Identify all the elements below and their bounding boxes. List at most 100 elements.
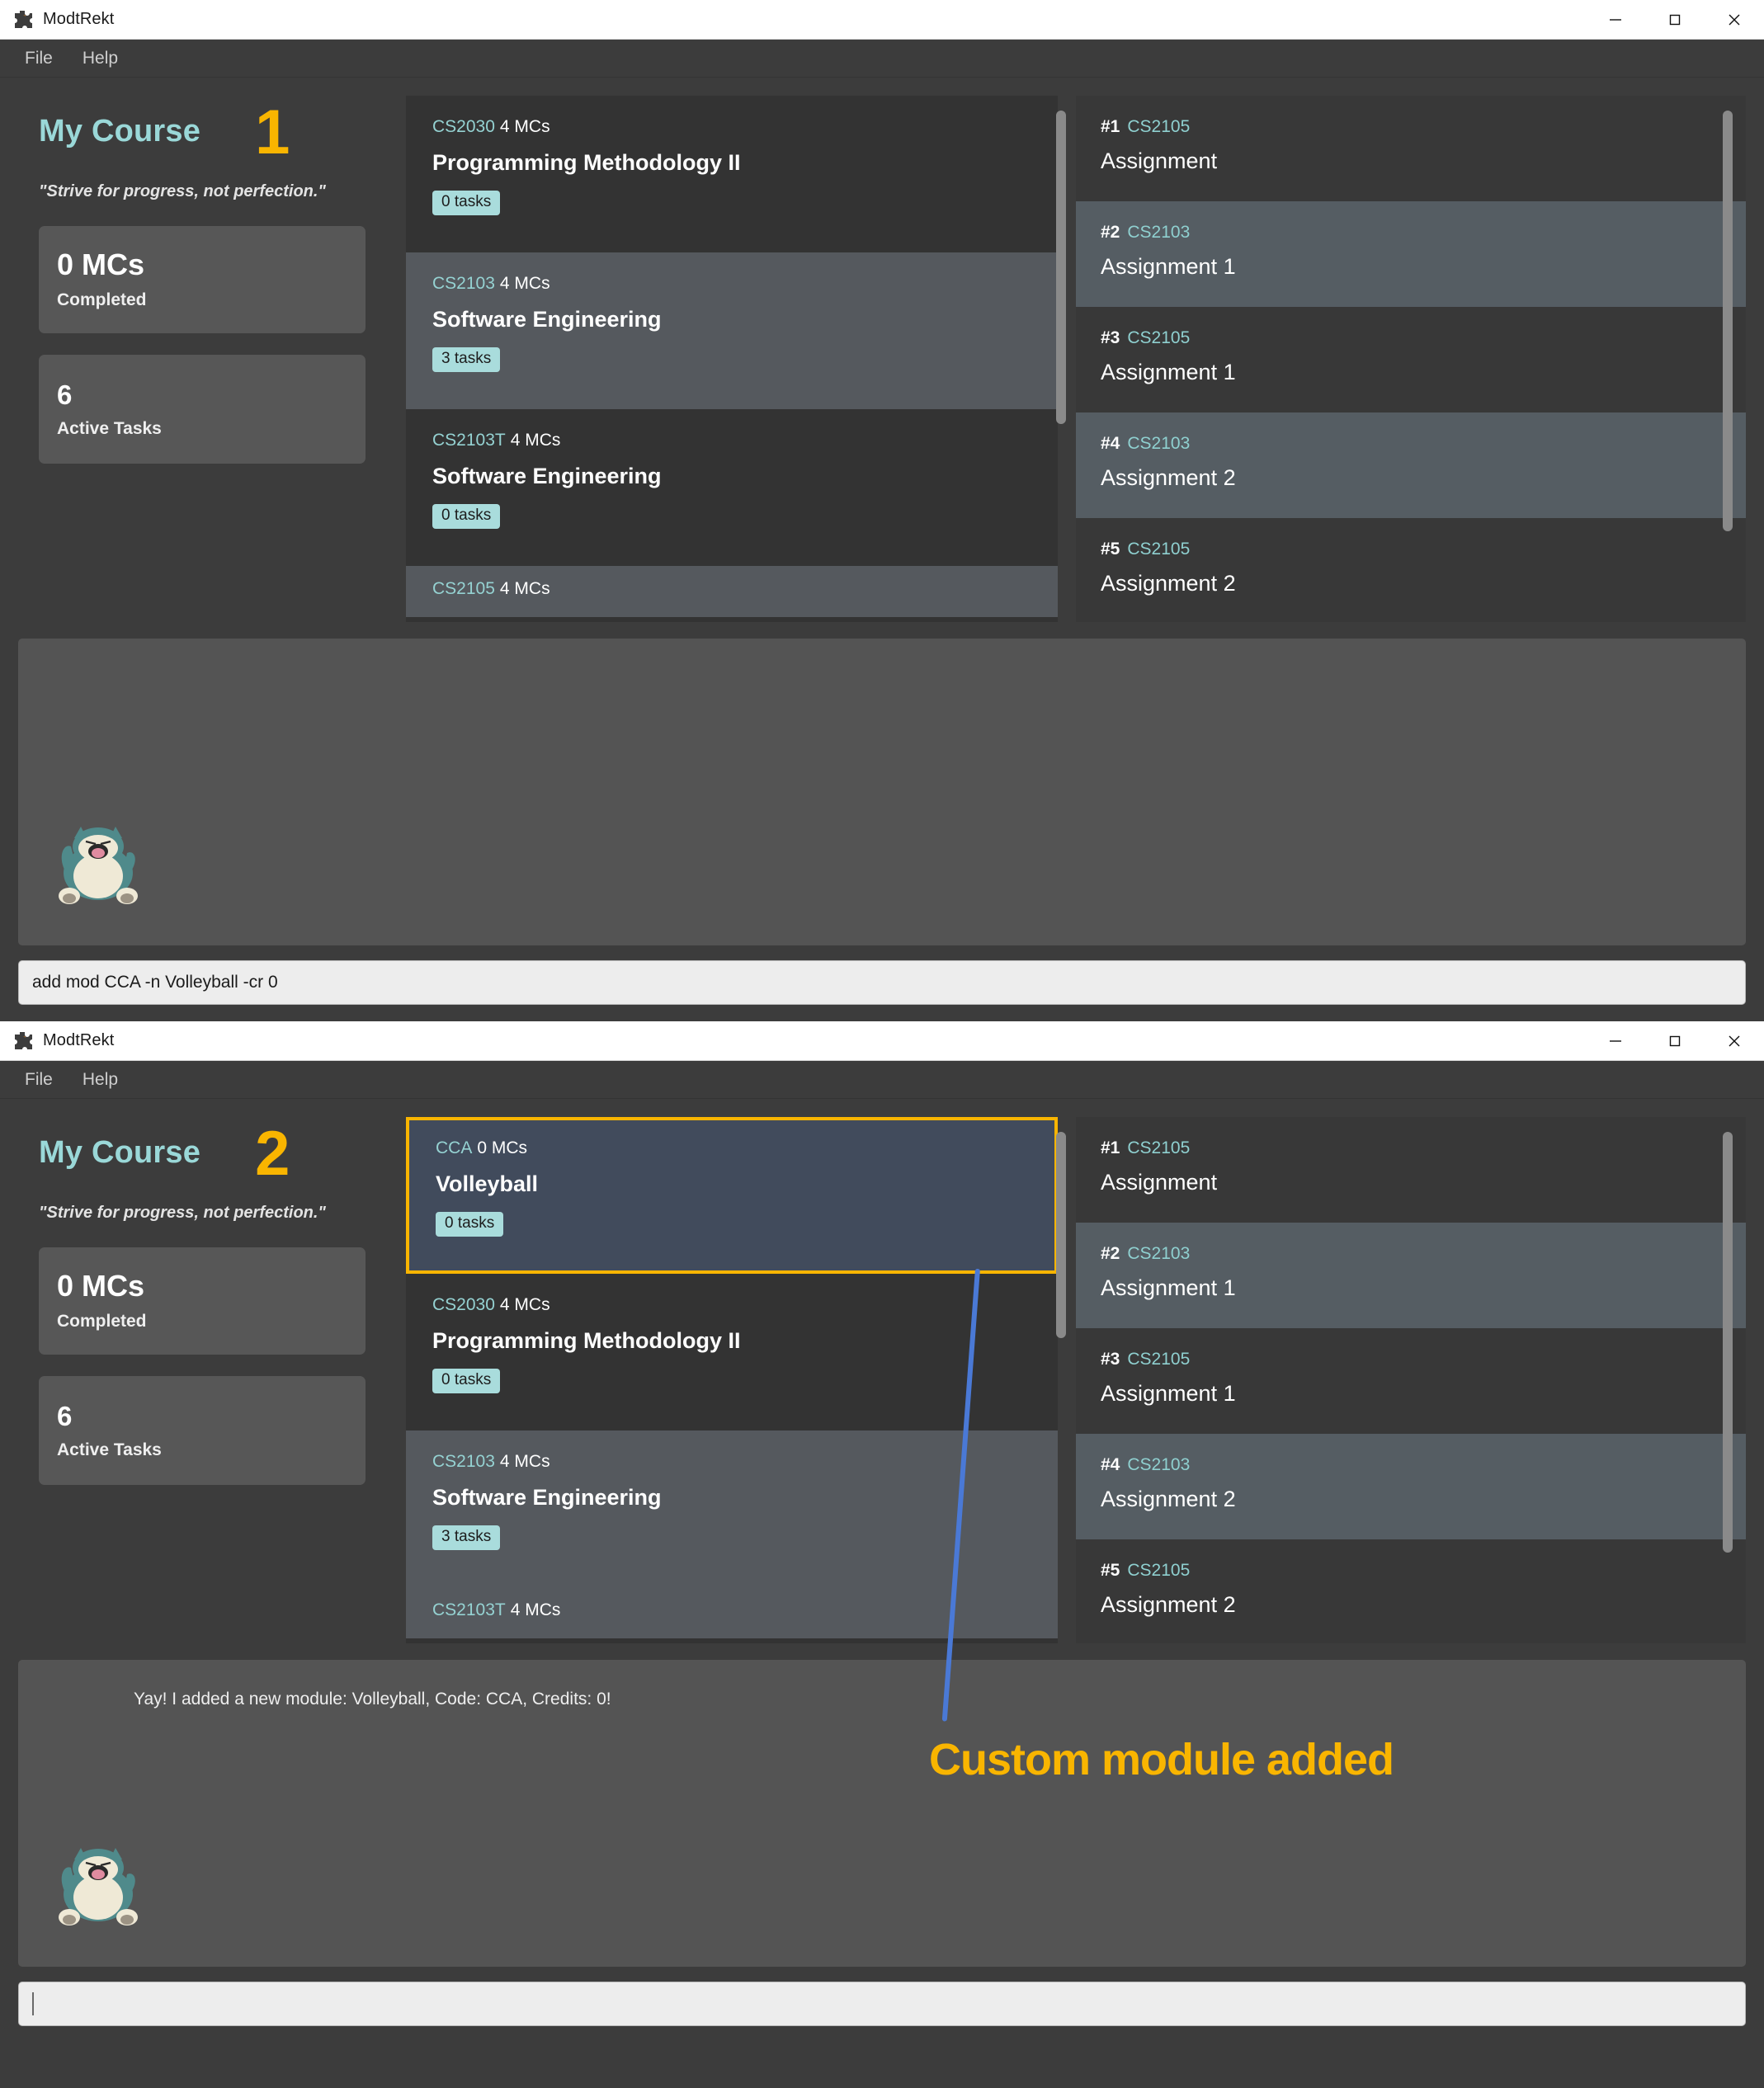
- app-window-1: ModtRekt File Help My Course 1 "Strive f…: [0, 0, 1764, 1021]
- stat-value-active-tasks-1: 6: [57, 379, 73, 410]
- module-code: CS2030: [432, 117, 495, 136]
- task-number: #5: [1101, 1561, 1120, 1580]
- module-card[interactable]: CS2103 4 MCs Software Engineering 3 tasks: [406, 252, 1058, 409]
- module-head: CS2030 4 MCs: [432, 1295, 1031, 1315]
- task-list-1[interactable]: #1 CS2105 Assignment #2 CS2103 Assignment …: [1076, 96, 1746, 622]
- app-window-2: ModtRekt File Help My Course 2 "Strive f…: [0, 1021, 1764, 2043]
- module-card[interactable]: CS2103T 4 MCs Software Engineering 0 task…: [406, 409, 1058, 566]
- body-area-2: My Course 2 "Strive for progress, not pe…: [0, 1099, 1764, 1643]
- module-mcs: 4 MCs: [499, 274, 550, 293]
- module-name: Software Engineering: [432, 307, 662, 332]
- task-module-code: CS2105: [1127, 117, 1191, 136]
- window-title-2: ModtRekt: [43, 1031, 115, 1049]
- sidebar-head-2: My Course 2: [39, 1123, 388, 1185]
- menu-help-2[interactable]: Help: [71, 1065, 130, 1095]
- task-module-code: CS2103: [1127, 434, 1191, 453]
- step-number-1: 1: [255, 97, 290, 167]
- motivational-quote-2: "Strive for progress, not perfection.": [39, 1204, 326, 1222]
- module-head: CS2103 4 MCs: [432, 274, 1031, 294]
- module-card[interactable]: CS2105 4 MCs: [406, 566, 1058, 617]
- sidebar-1: My Course 1 "Strive for progress, not pe…: [18, 96, 388, 622]
- task-row[interactable]: #5 CS2105 Assignment 2: [1076, 1539, 1746, 1643]
- text-caret: [32, 1992, 34, 2015]
- module-task-badge: 3 tasks: [432, 1525, 501, 1550]
- module-list-2[interactable]: CCA 0 MCs Volleyball 0 tasks CS2030 4 MCs …: [406, 1117, 1066, 1643]
- stat-label-completed-1: Completed: [57, 290, 147, 309]
- menu-file-2[interactable]: File: [13, 1065, 64, 1095]
- close-button-1[interactable]: [1705, 0, 1764, 40]
- task-name: Assignment 2: [1101, 1592, 1236, 1617]
- task-name: Assignment 2: [1101, 1487, 1236, 1511]
- task-scrollbar-2[interactable]: [1723, 1132, 1733, 1553]
- task-row[interactable]: #4 CS2103 Assignment 2: [1076, 1434, 1746, 1539]
- menu-help-1[interactable]: Help: [71, 44, 130, 73]
- task-row[interactable]: #3 CS2105 Assignment 1: [1076, 1328, 1746, 1434]
- task-module-code: CS2105: [1127, 328, 1191, 347]
- menu-file-1[interactable]: File: [13, 44, 64, 73]
- task-number: #2: [1101, 223, 1120, 242]
- output-message-2: Yay! I added a new module: Volleyball, C…: [134, 1690, 611, 1709]
- module-card[interactable]: CS2103T 4 MCs: [406, 1587, 1058, 1638]
- task-list-2[interactable]: #1 CS2105 Assignment #2 CS2103 Assignment …: [1076, 1117, 1746, 1643]
- motivational-quote-1: "Strive for progress, not perfection.": [39, 182, 326, 200]
- task-row[interactable]: #1 CS2105 Assignment: [1076, 96, 1746, 201]
- minimize-button-2[interactable]: [1586, 1021, 1645, 1061]
- module-task-badge: 3 tasks: [432, 347, 501, 372]
- module-code: CS2103T: [432, 431, 506, 450]
- snorlax-icon: [53, 1843, 144, 1925]
- module-code: CS2103T: [432, 1600, 506, 1619]
- module-card[interactable]: CS2030 4 MCs Programming Methodology II 0…: [406, 96, 1058, 252]
- module-scrollbar-2[interactable]: [1056, 1132, 1066, 1338]
- window-title-1: ModtRekt: [43, 10, 115, 28]
- task-name: Assignment: [1101, 1170, 1218, 1195]
- task-scroll-2: #1 CS2105 Assignment #2 CS2103 Assignment …: [1076, 1117, 1746, 1643]
- maximize-button-1[interactable]: [1645, 0, 1705, 40]
- task-row[interactable]: #4 CS2103 Assignment 2: [1076, 412, 1746, 518]
- task-row[interactable]: #5 CS2105 Assignment 2: [1076, 518, 1746, 622]
- sidebar-2: My Course 2 "Strive for progress, not pe…: [18, 1117, 388, 1643]
- task-row[interactable]: #1 CS2105 Assignment: [1076, 1117, 1746, 1223]
- module-card[interactable]: CS2030 4 MCs Programming Methodology II 0…: [406, 1274, 1058, 1430]
- task-head: #5 CS2105: [1101, 1561, 1721, 1581]
- command-input-1[interactable]: add mod CCA -n Volleyball -cr 0: [18, 960, 1746, 1005]
- task-row[interactable]: #3 CS2105 Assignment 1: [1076, 307, 1746, 412]
- menubar-1: File Help: [0, 40, 1764, 78]
- task-row[interactable]: #2 CS2103 Assignment 1: [1076, 201, 1746, 307]
- app-puzzle-icon: [12, 1030, 33, 1052]
- window-controls-2: [1586, 1021, 1764, 1061]
- module-code: CS2030: [432, 1295, 495, 1314]
- task-number: #3: [1101, 1350, 1120, 1369]
- module-scroll-2: CCA 0 MCs Volleyball 0 tasks CS2030 4 MCs …: [406, 1117, 1058, 1643]
- task-module-code: CS2105: [1127, 1561, 1191, 1580]
- close-button-2[interactable]: [1705, 1021, 1764, 1061]
- module-mcs: 4 MCs: [510, 431, 561, 450]
- task-number: #4: [1101, 434, 1120, 453]
- step-number-2: 2: [255, 1119, 290, 1189]
- task-row[interactable]: #2 CS2103 Assignment 1: [1076, 1223, 1746, 1328]
- module-task-badge: 0 tasks: [436, 1212, 504, 1237]
- module-scrollbar-1[interactable]: [1056, 111, 1066, 424]
- module-mcs: 4 MCs: [499, 1452, 550, 1471]
- module-list-1[interactable]: CS2030 4 MCs Programming Methodology II 0…: [406, 96, 1066, 622]
- titlebar-left-1: ModtRekt: [0, 9, 1586, 31]
- titlebar-left-2: ModtRekt: [0, 1030, 1586, 1052]
- task-head: #2 CS2103: [1101, 1244, 1721, 1264]
- task-module-code: CS2103: [1127, 1455, 1191, 1474]
- minimize-button-1[interactable]: [1586, 0, 1645, 40]
- annotation-custom-module-added: Custom module added: [929, 1735, 1394, 1784]
- command-input-2[interactable]: [18, 1982, 1746, 2026]
- module-code: CCA: [436, 1138, 473, 1157]
- task-module-code: CS2105: [1127, 1350, 1191, 1369]
- task-scrollbar-1[interactable]: [1723, 111, 1733, 531]
- stat-card-active-tasks-1: 6 Active Tasks: [39, 355, 366, 464]
- task-name: Assignment: [1101, 148, 1218, 173]
- task-name: Assignment 1: [1101, 254, 1236, 279]
- module-name: Volleyball: [436, 1171, 539, 1196]
- maximize-button-2[interactable]: [1645, 1021, 1705, 1061]
- module-name: Software Engineering: [432, 1485, 662, 1510]
- module-card-selected[interactable]: CCA 0 MCs Volleyball 0 tasks: [406, 1117, 1058, 1274]
- titlebar-1: ModtRekt: [0, 0, 1764, 40]
- module-head: CS2103T 4 MCs: [432, 431, 1031, 450]
- task-head: #1 CS2105: [1101, 1138, 1721, 1158]
- task-module-code: CS2105: [1127, 1138, 1191, 1157]
